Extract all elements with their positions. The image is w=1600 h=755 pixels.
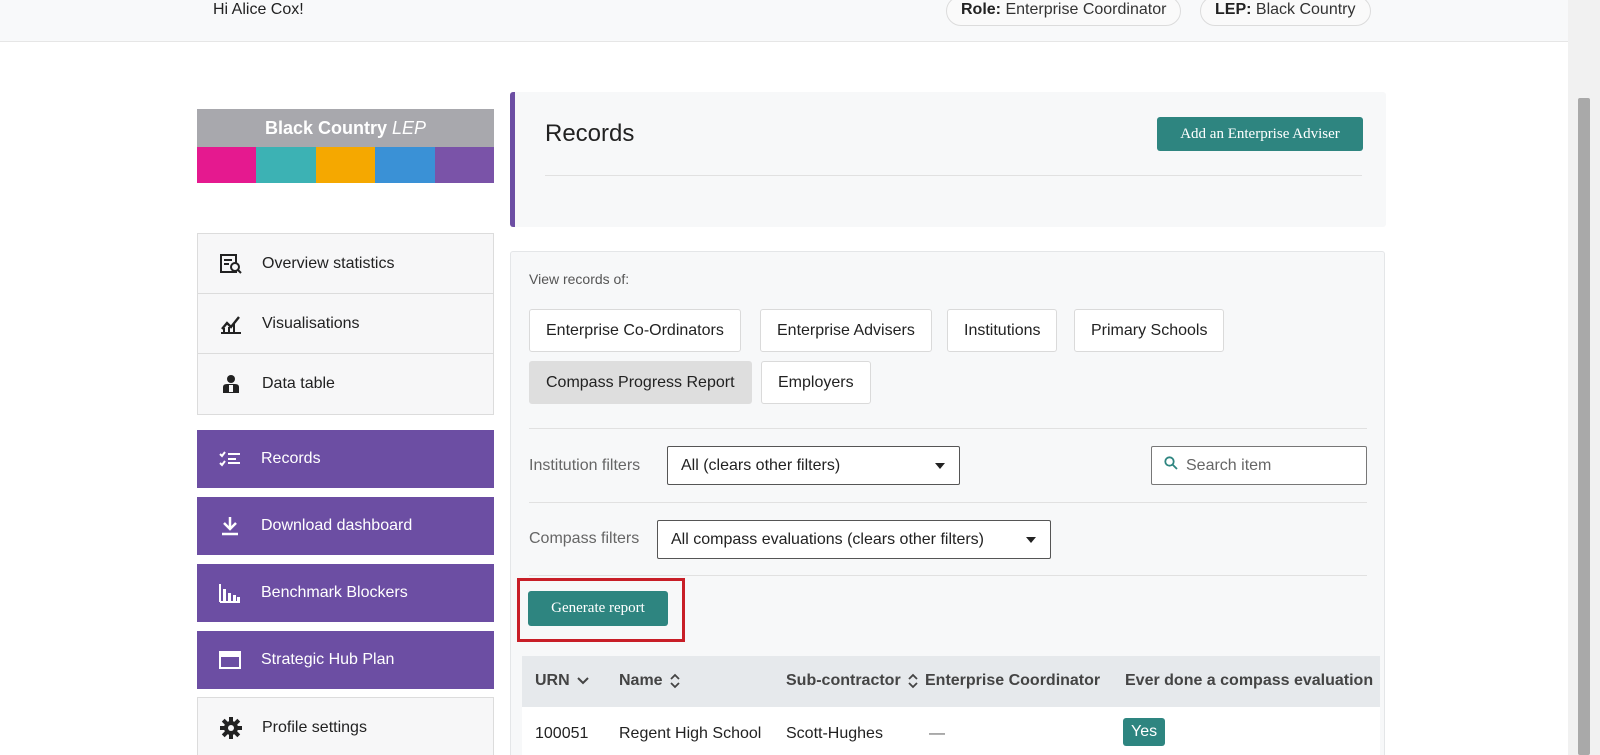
top-bar: Hi Alice Cox! Role: Enterprise Coordinat…	[0, 0, 1568, 42]
chevron-down-icon[interactable]	[576, 677, 589, 685]
logo-text: Black Country	[264, 118, 387, 138]
cell-sub-contractor: Scott-Hughes	[786, 725, 883, 742]
logo-color-bar	[197, 147, 257, 183]
column-header-name[interactable]: Name	[619, 672, 680, 690]
sidebar-item-label: Benchmark Blockers	[261, 584, 408, 601]
table-row[interactable]: 100051 Regent High School Scott-Hughes —…	[522, 707, 1380, 755]
lep-logo: Black Country LEP	[197, 109, 495, 183]
sort-icon[interactable]	[669, 673, 680, 689]
role-badge: Role: Enterprise Coordinator	[946, 0, 1182, 26]
generate-report-button[interactable]: Generate report	[528, 591, 668, 626]
logo-text-italic: LEP	[392, 118, 427, 138]
table-header: URN Name Sub-contractor Enterprise Coord…	[522, 656, 1380, 707]
column-header-enterprise-coordinator: Enterprise Coordinator	[925, 672, 1101, 689]
institution-filter-select[interactable]: All (clears other filters)	[667, 446, 960, 485]
chevron-down-icon	[1026, 537, 1036, 543]
compass-filter-select[interactable]: All compass evaluations (clears other fi…	[657, 520, 1051, 559]
sidebar-item-label: Data table	[262, 375, 335, 392]
sidebar-item-strategic-hub-plan[interactable]: Strategic Hub Plan	[197, 631, 494, 689]
sidebar-item-records[interactable]: Records	[197, 430, 494, 488]
divider	[529, 428, 1367, 429]
sort-icon[interactable]	[908, 673, 918, 689]
sidebar-item-label: Overview statistics	[262, 254, 395, 272]
cell-name: Regent High School	[619, 725, 762, 742]
view-records-label: View records of:	[529, 271, 630, 287]
divider	[529, 502, 1367, 503]
search-icon	[1164, 456, 1178, 475]
sidebar-top-nav: Overview statistics Visualisations Data …	[197, 233, 494, 415]
tab-employers[interactable]: Employers	[761, 361, 871, 404]
institution-filters-label: Institution filters	[529, 457, 641, 474]
report-search-icon	[218, 253, 244, 275]
logo-color-bar	[375, 147, 435, 183]
logo-banner: Black Country LEP	[197, 109, 494, 147]
chart-trend-icon	[218, 313, 244, 335]
tab-institutions[interactable]: Institutions	[947, 309, 1058, 352]
sidebar-item-label: Visualisations	[262, 314, 360, 332]
search-box[interactable]	[1151, 446, 1367, 485]
greeting-text: Hi Alice Cox!	[213, 1, 304, 18]
sidebar-item-download-dashboard[interactable]: Download dashboard	[197, 497, 494, 555]
column-header-sub-contractor[interactable]: Sub-contractor	[786, 672, 918, 690]
tab-enterprise-co-ordinators[interactable]: Enterprise Co-Ordinators	[529, 309, 741, 352]
sidebar-item-data-table[interactable]: Data table	[198, 354, 493, 414]
logo-color-bar	[315, 147, 376, 183]
tab-enterprise-advisers[interactable]: Enterprise Advisers	[760, 309, 932, 352]
scrollbar-thumb[interactable]	[1578, 98, 1590, 755]
sidebar-bottom-nav: Profile settings	[197, 697, 494, 755]
window-icon	[217, 649, 243, 671]
logo-color-bars	[197, 147, 495, 183]
sidebar-item-visualisations[interactable]: Visualisations	[198, 294, 493, 354]
page-scrollbar[interactable]	[1568, 0, 1600, 755]
column-header-urn[interactable]: URN	[535, 672, 589, 690]
chevron-down-icon	[935, 463, 945, 469]
sidebar-item-label: Strategic Hub Plan	[261, 651, 395, 668]
lep-value: Black Country	[1255, 1, 1356, 18]
tab-compass-progress-report[interactable]: Compass Progress Report	[529, 361, 752, 404]
cell-enterprise-coordinator: —	[929, 725, 945, 742]
page-title: Records	[545, 120, 635, 147]
sidebar-item-overview-statistics[interactable]: Overview statistics	[198, 234, 493, 294]
sidebar-item-profile-settings[interactable]: Profile settings	[198, 698, 493, 755]
compass-filters-label: Compass filters	[529, 530, 640, 547]
divider	[545, 175, 1362, 176]
lep-badge: LEP: Black Country	[1200, 0, 1371, 26]
sidebar-item-label: Download dashboard	[261, 517, 413, 534]
role-label: Role:	[961, 1, 1001, 18]
sidebar-item-label: Profile settings	[262, 719, 367, 736]
gear-icon	[218, 717, 244, 739]
add-enterprise-adviser-button[interactable]: Add an Enterprise Adviser	[1157, 117, 1363, 151]
logo-color-bar	[256, 147, 316, 183]
search-input[interactable]	[1186, 456, 1356, 475]
bar-chart-icon	[217, 582, 243, 604]
divider	[529, 575, 1367, 576]
role-value: Enterprise Coordinator	[1005, 1, 1167, 18]
logo-color-bar	[434, 147, 495, 183]
download-icon	[217, 515, 243, 537]
records-main-card: View records of: Enterprise Co-Ordinator…	[510, 251, 1385, 755]
tab-primary-schools[interactable]: Primary Schools	[1074, 309, 1225, 352]
compass-filter-value: All compass evaluations (clears other fi…	[671, 531, 985, 548]
cell-urn: 100051	[535, 725, 589, 742]
user-table-icon	[218, 373, 244, 395]
records-header-card: Records Add an Enterprise Adviser	[510, 92, 1386, 227]
column-header-label: URN	[535, 672, 570, 689]
lep-label: LEP:	[1215, 1, 1252, 18]
status-badge: Yes	[1123, 718, 1166, 746]
sidebar-item-benchmark-blockers[interactable]: Benchmark Blockers	[197, 564, 494, 622]
checklist-icon	[217, 448, 243, 470]
institution-filter-value: All (clears other filters)	[681, 457, 841, 474]
column-header-compass-evaluation: Ever done a compass evaluation	[1125, 672, 1374, 689]
column-header-label: Sub-contractor	[786, 672, 901, 689]
column-header-label: Name	[619, 672, 663, 689]
sidebar-item-label: Records	[261, 450, 321, 467]
